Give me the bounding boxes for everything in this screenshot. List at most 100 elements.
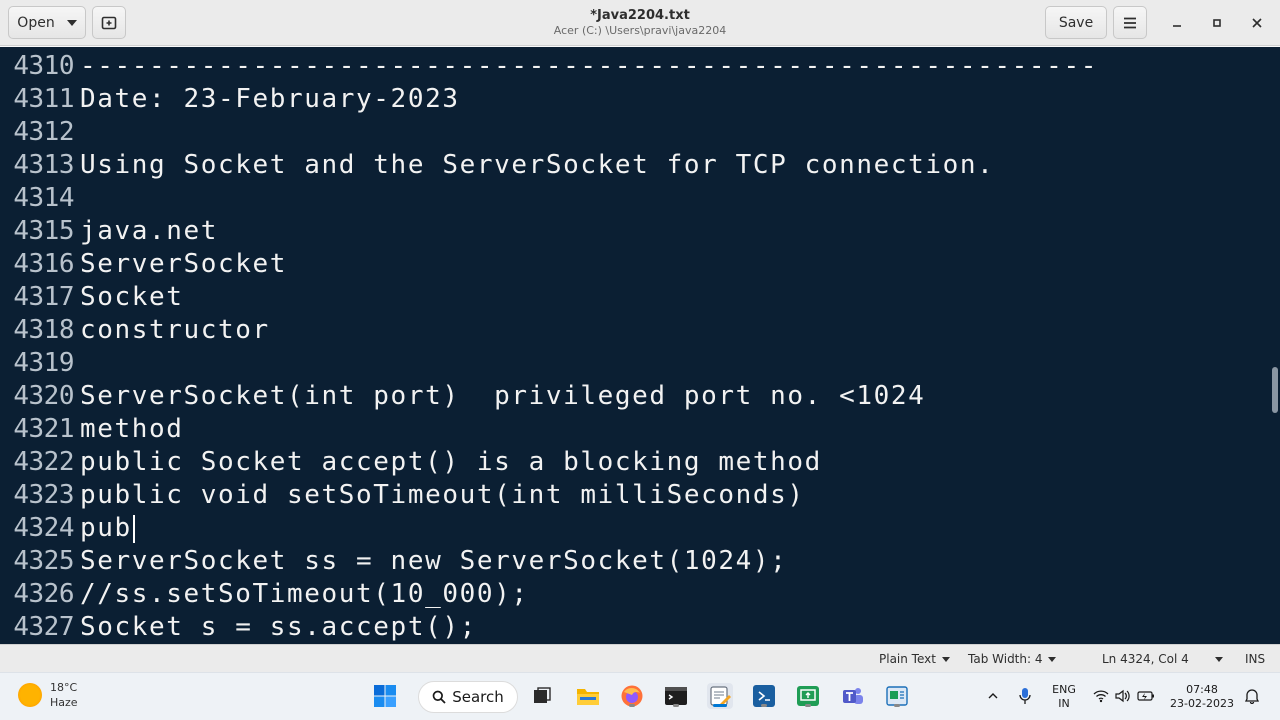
- tab-width-label: Tab Width: 4: [968, 652, 1043, 666]
- line-number: 4310: [13, 51, 74, 81]
- language-label: Plain Text: [879, 652, 936, 666]
- editor-line[interactable]: 4326//ss.setSoTimeout(10_000);: [0, 578, 1270, 611]
- line-number: 4325: [13, 546, 74, 576]
- language-selector[interactable]: Plain Text: [879, 652, 950, 666]
- chevron-down-icon: [1214, 656, 1223, 662]
- editor-line[interactable]: 4312: [0, 116, 1270, 149]
- region-code: IN: [1058, 697, 1070, 710]
- chevron-down-icon: [941, 656, 950, 662]
- screen-share-button[interactable]: [795, 683, 821, 709]
- app-window-button[interactable]: [884, 683, 910, 709]
- text-editor-button[interactable]: [707, 683, 733, 709]
- minimize-button[interactable]: [1164, 10, 1190, 36]
- line-text: Using Socket and the ServerSocket for TC…: [80, 150, 995, 180]
- teams-icon: [843, 688, 863, 704]
- show-hidden-icons-button[interactable]: [981, 683, 1005, 709]
- line-text: ServerSocket(int port) privileged port n…: [80, 381, 926, 411]
- new-document-icon: [101, 16, 117, 29]
- open-button[interactable]: Open: [8, 6, 86, 39]
- line-text: //ss.setSoTimeout(10_000);: [80, 579, 529, 609]
- notifications-button[interactable]: [1240, 683, 1264, 709]
- line-number: 4311: [13, 84, 74, 114]
- file-explorer-button[interactable]: [575, 683, 601, 709]
- scrollbar-thumb[interactable]: [1272, 367, 1278, 413]
- running-indicator: [894, 704, 900, 707]
- line-text: method: [80, 414, 184, 444]
- running-indicator: [629, 704, 635, 707]
- editor-line[interactable]: 4315 java.net: [0, 215, 1270, 248]
- editor-line[interactable]: 4311 Date: 23-February-2023: [0, 83, 1270, 116]
- cursor-position-selector[interactable]: Ln 4324, Col 4: [1102, 652, 1223, 666]
- firefox-button[interactable]: [619, 683, 645, 709]
- line-text: ----------------------------------------…: [80, 51, 1098, 81]
- notification-bell-icon: [1244, 689, 1260, 704]
- editor-line[interactable]: 4317 Socket: [0, 281, 1270, 314]
- line-text: ServerSocket ss = new ServerSocket(1024)…: [80, 546, 788, 576]
- editor-line[interactable]: 4318 constructor: [0, 314, 1270, 347]
- line-number: 4312: [13, 117, 74, 147]
- line-text: Socket s = ss.accept();: [80, 612, 477, 642]
- document-path: Acer (C:) \Users\pravi\java2204: [553, 24, 727, 37]
- maximize-button[interactable]: [1204, 10, 1230, 36]
- editor-line[interactable]: 4319: [0, 347, 1270, 380]
- line-text: constructor: [80, 315, 270, 345]
- close-icon: [1252, 18, 1262, 28]
- header-bar: Open *Java2204.txt Acer (C:) \Users\prav…: [0, 0, 1280, 46]
- line-number: 4317: [13, 282, 74, 312]
- text-editor[interactable]: 4310 ------------------------------------…: [0, 47, 1280, 644]
- weather-condition: Haze: [50, 696, 78, 709]
- running-indicator: [761, 704, 767, 707]
- editor-line[interactable]: 4322 public Socket accept() is a blocking…: [0, 446, 1270, 479]
- active-indicator: [713, 704, 727, 707]
- close-button[interactable]: [1244, 10, 1270, 36]
- editor-line[interactable]: 4323 public void setSoTimeout(int milliSe…: [0, 479, 1270, 512]
- teams-button[interactable]: [840, 683, 866, 709]
- cursor-position-label: Ln 4324, Col 4: [1102, 652, 1189, 666]
- editor-line[interactable]: 4316 ServerSocket: [0, 248, 1270, 281]
- chevron-down-icon: [1048, 656, 1057, 662]
- editor-line[interactable]: 4310 ------------------------------------…: [0, 50, 1270, 83]
- language-indicator[interactable]: ENG IN: [1046, 683, 1082, 711]
- task-view-button[interactable]: [529, 683, 555, 709]
- text-cursor: [132, 514, 135, 543]
- open-label: Open: [17, 14, 55, 31]
- line-number: 4313: [13, 150, 74, 180]
- taskbar-search[interactable]: Search: [418, 681, 518, 713]
- editor-line[interactable]: 4324 pub: [0, 512, 1270, 545]
- windows-logo-icon: [374, 685, 396, 707]
- maximize-icon: [1213, 19, 1221, 27]
- editor-line[interactable]: 4313 Using Socket and the ServerSocket fo…: [0, 149, 1270, 182]
- editor-line[interactable]: 4325 ServerSocket ss = new ServerSocket(1…: [0, 545, 1270, 578]
- microphone-button[interactable]: [1013, 683, 1037, 709]
- new-document-button[interactable]: [92, 6, 126, 39]
- line-text: java.net: [80, 216, 219, 246]
- editor-line[interactable]: 4321 method: [0, 413, 1270, 446]
- chevron-up-icon: [988, 693, 998, 699]
- chevron-down-icon: [66, 19, 77, 26]
- line-number: 4321: [13, 414, 74, 444]
- start-button[interactable]: [372, 683, 398, 709]
- line-number: 4326: [13, 579, 74, 609]
- folder-icon: [577, 689, 599, 705]
- search-icon: [432, 690, 446, 704]
- line-number: 4327: [13, 612, 74, 642]
- line-number: 4314: [13, 183, 74, 213]
- weather-widget[interactable]: 18°C Haze: [18, 680, 78, 710]
- tab-width-selector[interactable]: Tab Width: 4: [968, 652, 1057, 666]
- title-block: *Java2204.txt Acer (C:) \Users\pravi\jav…: [440, 8, 840, 37]
- language-code: ENG: [1052, 683, 1076, 696]
- temperature: 18°C: [50, 681, 78, 694]
- hamburger-menu-button[interactable]: [1113, 6, 1147, 39]
- line-number: 4320: [13, 381, 74, 411]
- vscode-button[interactable]: [751, 683, 777, 709]
- system-status-button[interactable]: [1091, 683, 1157, 709]
- editor-line[interactable]: 4327 Socket s = ss.accept();: [0, 611, 1270, 644]
- clock[interactable]: 07:48 23-02-2023: [1168, 683, 1236, 711]
- battery-icon: [1137, 691, 1154, 701]
- terminal-button[interactable]: [663, 683, 689, 709]
- save-button[interactable]: Save: [1045, 6, 1107, 39]
- editor-line[interactable]: 4320 ServerSocket(int port) privileged po…: [0, 380, 1270, 413]
- line-number: 4319: [13, 348, 74, 378]
- editor-line[interactable]: 4314: [0, 182, 1270, 215]
- line-number: 4316: [13, 249, 74, 279]
